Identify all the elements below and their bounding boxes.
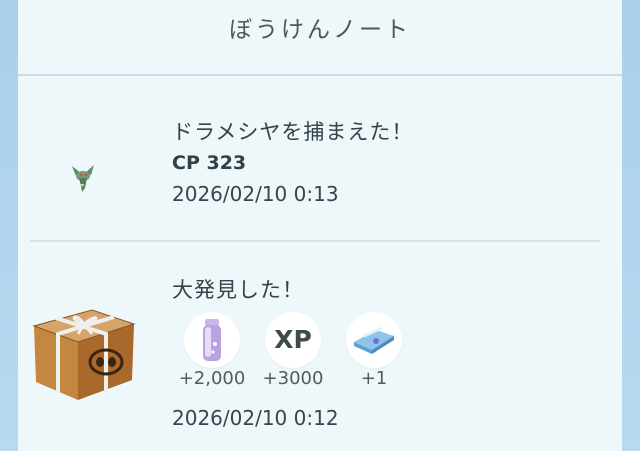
reward-stardust: +2,000 (170, 312, 254, 389)
ticket-icon (354, 326, 394, 354)
reward-amount: +2,000 (178, 368, 246, 389)
entry-divider (30, 240, 600, 242)
reward-amount: +1 (360, 368, 388, 389)
entry-headline: ドラメシヤを捕まえた！ (172, 120, 414, 144)
journal-header: ぼうけんノート (18, 0, 622, 76)
stardust-icon (203, 319, 221, 361)
entry-timestamp: 2026/02/10 0:12 (172, 406, 339, 430)
page-title: ぼうけんノート (229, 17, 411, 43)
cp-value: CP 323 (172, 152, 247, 174)
reward-amount: +3000 (262, 368, 324, 389)
xp-icon: XP (265, 312, 321, 368)
reward-bubble (184, 312, 240, 368)
journal-entry-discovery[interactable]: 大発見した！ +2,000 XP +3000 +1 2026/02/10 0:1… (18, 244, 622, 451)
left-edge (0, 0, 18, 451)
reward-xp: XP +3000 (251, 312, 335, 389)
gift-box-icon (32, 309, 136, 400)
entry-headline: 大発見した！ (172, 278, 304, 302)
right-edge (622, 0, 640, 451)
dreepy-icon (72, 165, 94, 192)
reward-ticket: +1 (332, 312, 416, 389)
journal-panel: ぼうけんノート ドラメシヤを捕まえた！ CP 323 2026/02/10 0:… (18, 0, 622, 451)
entry-timestamp: 2026/02/10 0:13 (172, 182, 339, 206)
reward-bubble (346, 312, 402, 368)
xp-label: XP (274, 325, 312, 354)
journal-entry-catch[interactable]: ドラメシヤを捕まえた！ CP 323 2026/02/10 0:13 (18, 78, 622, 243)
